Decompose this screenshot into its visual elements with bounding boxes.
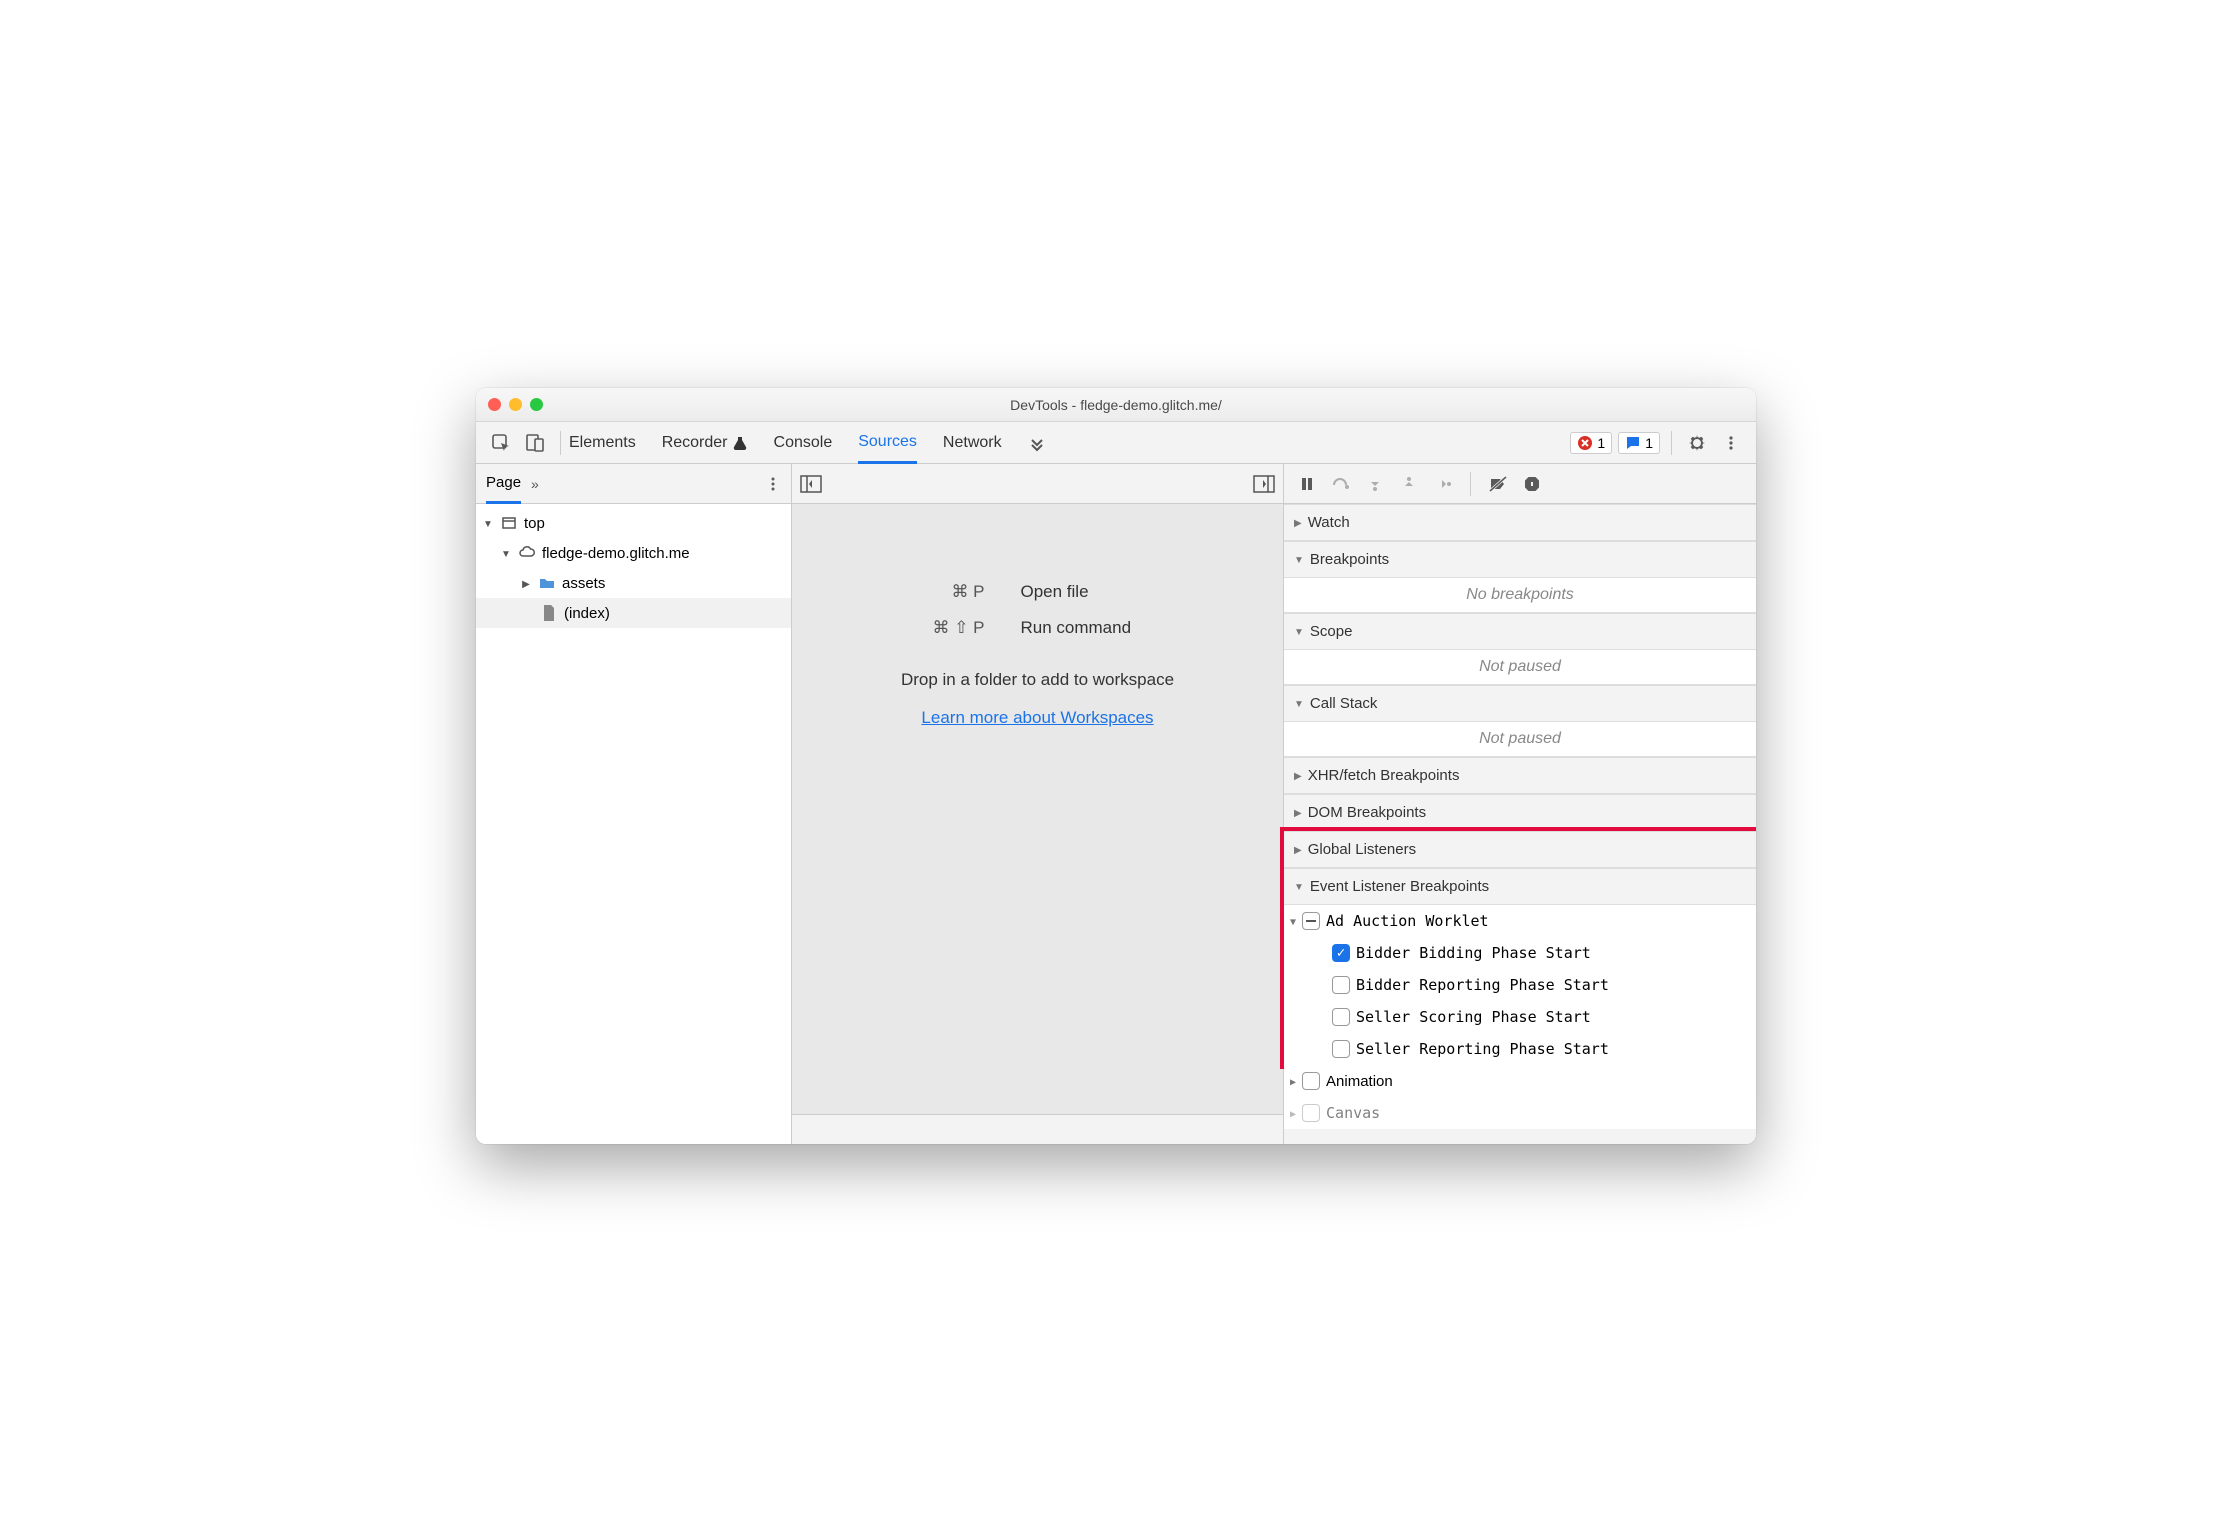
elb-canvas[interactable]: Canvas <box>1284 1097 1756 1129</box>
tree-assets-label: assets <box>562 575 605 592</box>
tree-index[interactable]: (index) <box>476 598 791 628</box>
step-over-icon[interactable] <box>1326 470 1356 498</box>
worklet-group[interactable]: Ad Auction Worklet <box>1284 905 1756 937</box>
checkbox-unchecked[interactable] <box>1332 1040 1350 1058</box>
workspace-hint: Drop in a folder to add to workspace <box>901 670 1174 690</box>
step-into-icon[interactable] <box>1360 470 1390 498</box>
worklet-group-label: Ad Auction Worklet <box>1326 912 1489 930</box>
chevron-right-icon <box>520 576 532 590</box>
window-title: DevTools - fledge-demo.glitch.me/ <box>476 397 1756 413</box>
breakpoints-empty: No breakpoints <box>1284 578 1756 613</box>
worklet-item[interactable]: Seller Scoring Phase Start <box>1284 1001 1756 1033</box>
worklet-item[interactable]: ✓ Bidder Bidding Phase Start <box>1284 937 1756 969</box>
main-toolbar: Elements Recorder Console Sources Networ… <box>476 422 1756 464</box>
deactivate-breakpoints-icon[interactable] <box>1483 470 1513 498</box>
settings-icon[interactable] <box>1680 428 1714 458</box>
tree-index-label: (index) <box>564 605 610 622</box>
navigator-menu-icon[interactable] <box>765 476 781 492</box>
tab-sources[interactable]: Sources <box>858 422 917 464</box>
flask-icon <box>732 435 748 451</box>
checkbox-checked[interactable]: ✓ <box>1332 944 1350 962</box>
chevron-down-icon <box>482 516 494 530</box>
open-file-keys: ⌘ P <box>885 582 985 602</box>
file-icon <box>540 604 558 622</box>
show-navigator-icon[interactable] <box>800 475 822 493</box>
worklet-item[interactable]: Bidder Reporting Phase Start <box>1284 969 1756 1001</box>
titlebar: DevTools - fledge-demo.glitch.me/ <box>476 388 1756 422</box>
section-xhr[interactable]: XHR/fetch Breakpoints <box>1284 757 1756 794</box>
device-toolbar-icon[interactable] <box>518 428 552 458</box>
kebab-menu-icon[interactable] <box>1714 428 1748 458</box>
section-watch[interactable]: Watch <box>1284 504 1756 541</box>
section-breakpoints[interactable]: Breakpoints <box>1284 541 1756 578</box>
tree-assets[interactable]: assets <box>476 568 791 598</box>
show-debugger-icon[interactable] <box>1253 475 1275 493</box>
cloud-icon <box>518 544 536 562</box>
navigator-panel: Page » top <box>476 464 792 1144</box>
scope-empty: Not paused <box>1284 650 1756 685</box>
tab-recorder[interactable]: Recorder <box>662 422 748 464</box>
tab-console[interactable]: Console <box>774 422 833 464</box>
panel-tabs: Elements Recorder Console Sources Networ… <box>569 422 1046 464</box>
run-command-keys: ⌘ ⇧ P <box>885 618 985 638</box>
run-command-label: Run command <box>1021 618 1191 638</box>
folder-icon <box>538 574 556 592</box>
tab-elements[interactable]: Elements <box>569 422 636 464</box>
worklet-item-label: Seller Scoring Phase Start <box>1356 1008 1591 1026</box>
call-stack-empty: Not paused <box>1284 722 1756 757</box>
open-file-label: Open file <box>1021 582 1191 602</box>
tab-more[interactable] <box>1028 422 1046 464</box>
section-event-listener-breakpoints[interactable]: Event Listener Breakpoints <box>1284 868 1756 905</box>
checkbox-indeterminate[interactable] <box>1302 912 1320 930</box>
chevron-down-icon <box>500 546 512 560</box>
section-global-listeners[interactable]: Global Listeners <box>1284 831 1756 868</box>
page-tab[interactable]: Page <box>486 464 521 504</box>
pause-on-exceptions-icon[interactable] <box>1517 470 1547 498</box>
editor-panel: ⌘ P Open file ⌘ ⇧ P Run command Drop in … <box>792 464 1284 1144</box>
tree-top-label: top <box>524 515 545 532</box>
elb-animation[interactable]: Animation <box>1284 1065 1756 1097</box>
file-tree: top fledge-demo.glitch.me assets <box>476 504 791 1144</box>
debugger-panel: Watch Breakpoints No breakpoints Scope N… <box>1284 464 1756 1144</box>
checkbox-unchecked[interactable] <box>1332 1008 1350 1026</box>
devtools-window: DevTools - fledge-demo.glitch.me/ Elemen… <box>476 388 1756 1144</box>
worklet-item-label: Bidder Reporting Phase Start <box>1356 976 1609 994</box>
section-scope[interactable]: Scope <box>1284 613 1756 650</box>
chevron-right-icon <box>1290 1075 1296 1088</box>
worklet-item[interactable]: Seller Reporting Phase Start <box>1284 1033 1756 1065</box>
workspaces-link[interactable]: Learn more about Workspaces <box>921 708 1153 728</box>
message-count: 1 <box>1645 435 1653 451</box>
checkbox-unchecked[interactable] <box>1302 1104 1320 1122</box>
worklet-item-label: Bidder Bidding Phase Start <box>1356 944 1591 962</box>
checkbox-unchecked[interactable] <box>1302 1072 1320 1090</box>
worklet-item-label: Seller Reporting Phase Start <box>1356 1040 1609 1058</box>
section-call-stack[interactable]: Call Stack <box>1284 685 1756 722</box>
elb-animation-label: Animation <box>1326 1073 1393 1090</box>
error-badge[interactable]: 1 <box>1570 432 1612 454</box>
inspect-element-icon[interactable] <box>484 428 518 458</box>
step-icon[interactable] <box>1428 470 1458 498</box>
checkbox-unchecked[interactable] <box>1332 976 1350 994</box>
step-out-icon[interactable] <box>1394 470 1424 498</box>
error-count: 1 <box>1597 435 1605 451</box>
frame-icon <box>500 514 518 532</box>
elb-canvas-label: Canvas <box>1326 1104 1380 1122</box>
tree-top[interactable]: top <box>476 508 791 538</box>
highlight-annotation: Global Listeners Event Listener Breakpoi… <box>1280 827 1756 1069</box>
message-badge[interactable]: 1 <box>1618 432 1660 454</box>
chevron-right-icon <box>1290 1107 1296 1120</box>
pause-icon[interactable] <box>1292 470 1322 498</box>
chevron-down-icon <box>1290 915 1296 928</box>
tree-origin-label: fledge-demo.glitch.me <box>542 545 690 562</box>
tree-origin[interactable]: fledge-demo.glitch.me <box>476 538 791 568</box>
bottom-drawer <box>792 1114 1283 1144</box>
tab-network[interactable]: Network <box>943 422 1002 464</box>
chevron-right-icon[interactable]: » <box>531 476 539 492</box>
tab-recorder-label: Recorder <box>662 434 728 452</box>
section-dom[interactable]: DOM Breakpoints <box>1284 794 1756 831</box>
